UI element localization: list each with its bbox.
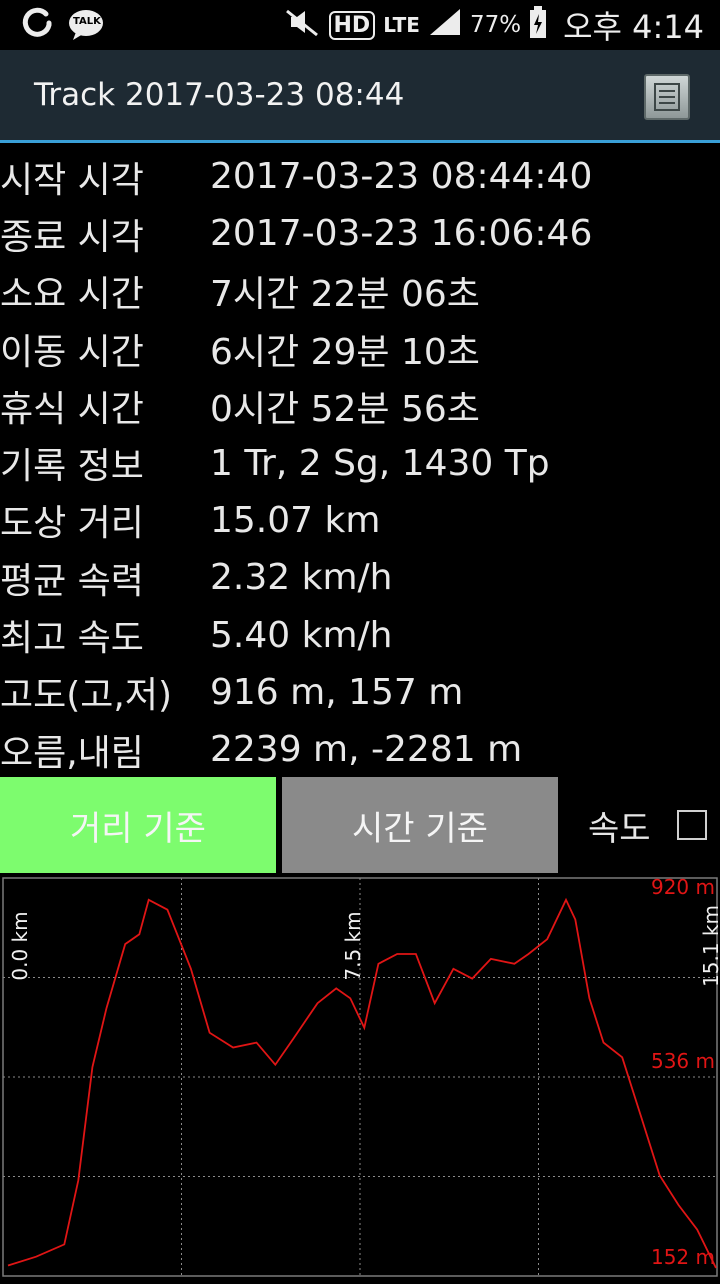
- info-label: 시작 시각: [0, 159, 144, 201]
- g-icon: [20, 6, 54, 44]
- x-tick-label: 0.0 km: [8, 911, 32, 980]
- info-row-start-time: 시작 시각 2017-03-23 08:44:40: [0, 148, 720, 205]
- info-row-ascent-descent: 오름,내림 2239 m, -2281 m: [0, 721, 720, 778]
- battery-percent: 77%: [469, 12, 522, 38]
- talk-icon: TALK: [68, 8, 106, 42]
- signal-icon: [428, 7, 462, 44]
- info-row-avg-speed: 평균 속력 2.32 km/h: [0, 549, 720, 606]
- info-row-record-info: 기록 정보 1 Tr, 2 Sg, 1430 Tp: [0, 434, 720, 491]
- info-label: 소요 시간: [0, 274, 144, 316]
- info-value: 7시간 22분 06초: [210, 274, 480, 316]
- page-title: Track 2017-03-23 08:44: [34, 77, 405, 113]
- battery-charging-icon: [529, 5, 547, 45]
- info-value: 2017-03-23 16:06:46: [210, 213, 593, 255]
- info-label: 고도(고,저): [0, 675, 173, 717]
- y-tick-label: 152 m: [651, 1245, 715, 1269]
- info-label: 휴식 시간: [0, 388, 144, 430]
- info-value: 1 Tr, 2 Sg, 1430 Tp: [210, 442, 550, 484]
- info-row-rest-time: 휴식 시간 0시간 52분 56초: [0, 377, 720, 434]
- info-label: 평균 속력: [0, 560, 144, 602]
- elevation-chart: 920 m 536 m 152 m 0.0 km 7.5 km 15.1 km: [0, 875, 720, 1280]
- menu-icon: [654, 83, 680, 111]
- info-row-total-time: 소요 시간 7시간 22분 06초: [0, 263, 720, 320]
- info-value: 0시간 52분 56초: [210, 388, 480, 430]
- speed-toggle[interactable]: 속도: [588, 777, 707, 873]
- track-info: 시작 시각 2017-03-23 08:44:40 종료 시각 2017-03-…: [0, 148, 720, 778]
- info-row-altitude: 고도(고,저) 916 m, 157 m: [0, 664, 720, 721]
- info-value: 5.40 km/h: [210, 614, 393, 656]
- network-label: LTE: [383, 13, 420, 37]
- action-bar: Track 2017-03-23 08:44: [0, 50, 720, 143]
- status-bar: TALK HD LTE 77% 오후 4:14: [0, 0, 720, 50]
- info-label: 최고 속도: [0, 618, 144, 660]
- speed-checkbox[interactable]: [676, 810, 707, 840]
- y-tick-label: 536 m: [651, 1049, 715, 1073]
- info-row-moving-time: 이동 시간 6시간 29분 10초: [0, 320, 720, 377]
- info-value: 6시간 29분 10초: [210, 331, 480, 373]
- info-label: 오름,내림: [0, 732, 144, 774]
- hd-badge: HD: [328, 10, 376, 40]
- info-label: 기록 정보: [0, 446, 144, 488]
- info-label: 이동 시간: [0, 331, 144, 373]
- info-row-max-speed: 최고 속도 5.40 km/h: [0, 606, 720, 663]
- y-tick-label: 920 m: [651, 876, 715, 899]
- info-value: 2239 m, -2281 m: [210, 729, 523, 771]
- graph-mode-bar: 거리 기준 시간 기준 속도: [0, 777, 720, 873]
- info-value: 2017-03-23 08:44:40: [210, 156, 593, 198]
- info-value: 916 m, 157 m: [210, 671, 464, 713]
- info-value: 2.32 km/h: [210, 557, 393, 599]
- info-row-end-time: 종료 시각 2017-03-23 16:06:46: [0, 205, 720, 262]
- info-value: 15.07 km: [210, 499, 381, 541]
- speed-label: 속도: [588, 808, 651, 849]
- clock: 오후 4:14: [563, 8, 704, 46]
- info-row-map-distance: 도상 거리 15.07 km: [0, 492, 720, 549]
- info-label: 종료 시각: [0, 216, 144, 258]
- mute-icon: [285, 7, 321, 44]
- talk-badge: TALK: [73, 16, 101, 27]
- x-tick-label: 15.1 km: [699, 905, 720, 987]
- elevation-chart-svg: 920 m 536 m 152 m 0.0 km 7.5 km 15.1 km: [2, 875, 720, 1277]
- x-tick-label: 7.5 km: [341, 911, 365, 980]
- distance-basis-button[interactable]: 거리 기준: [0, 777, 276, 873]
- menu-button[interactable]: [644, 74, 690, 120]
- time-basis-button[interactable]: 시간 기준: [282, 777, 558, 873]
- info-label: 도상 거리: [0, 503, 144, 545]
